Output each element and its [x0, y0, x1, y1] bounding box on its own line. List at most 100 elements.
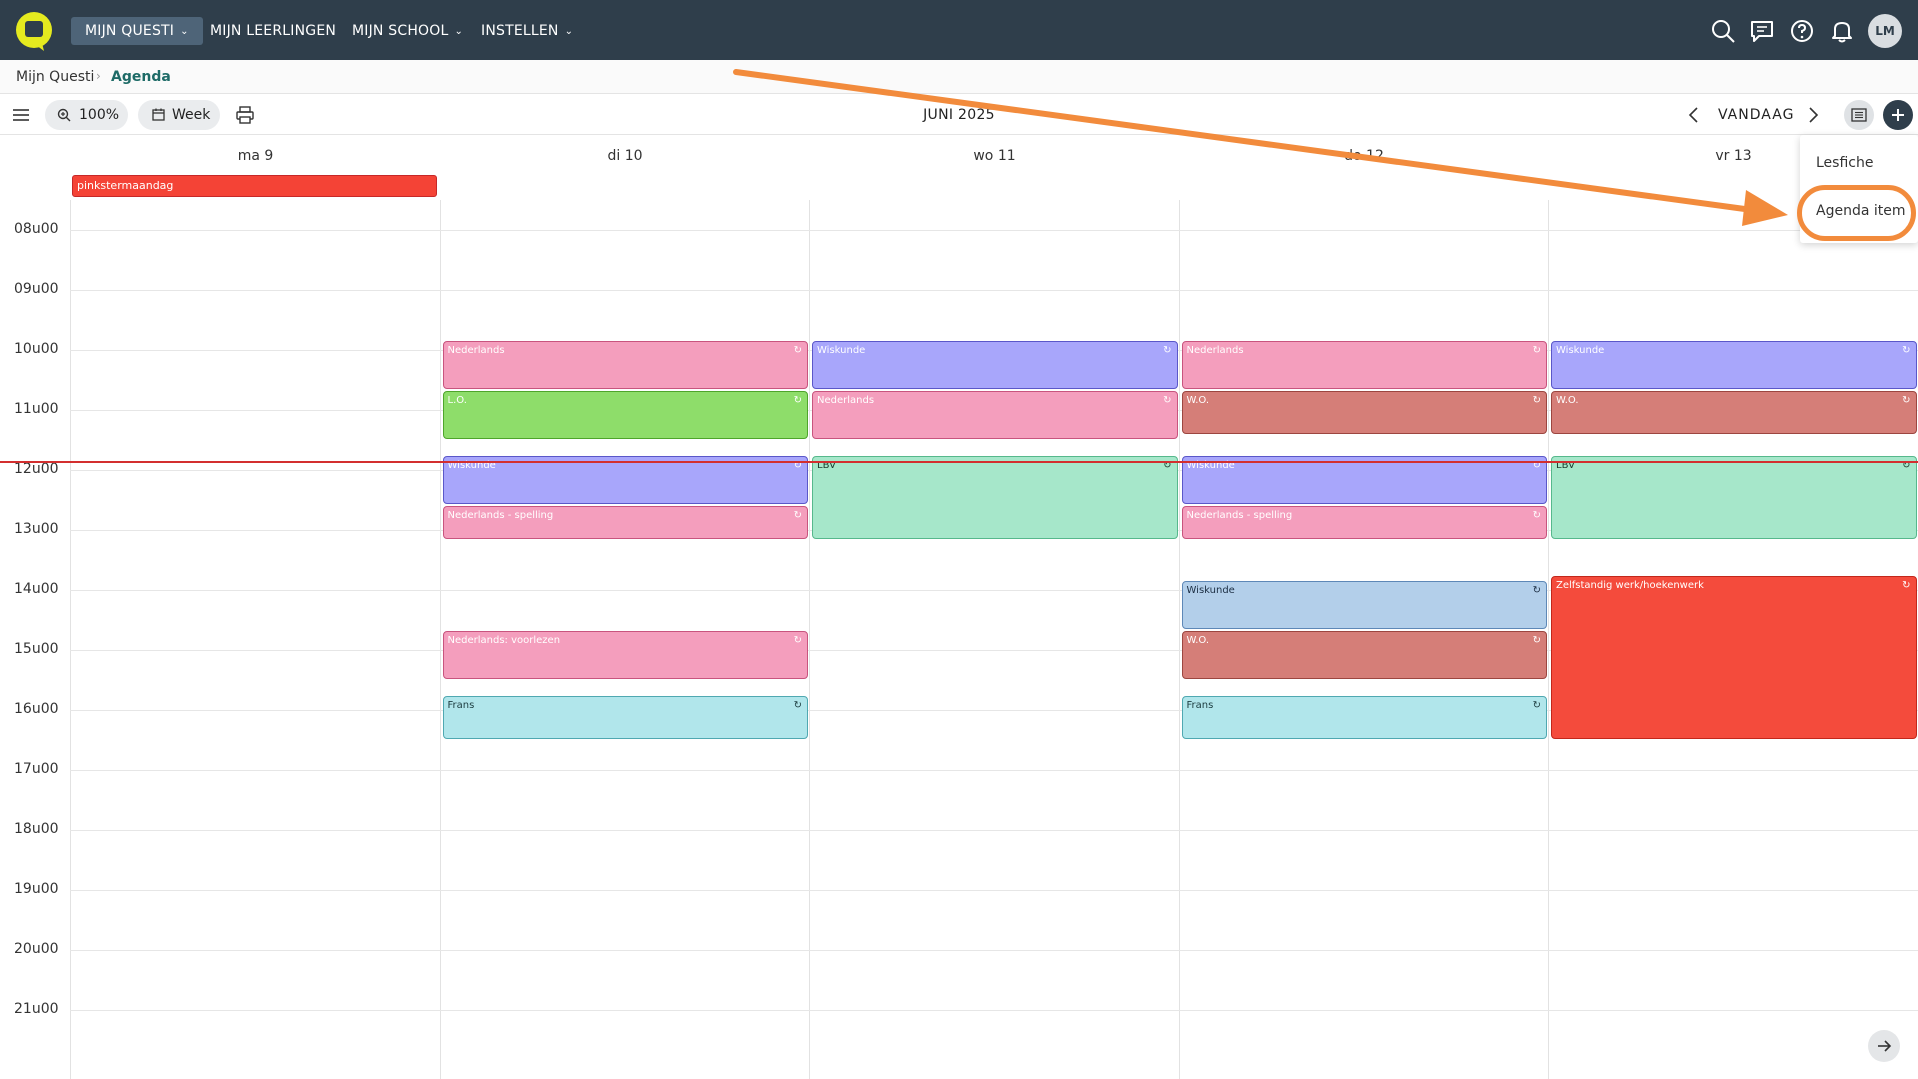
nav-instellen[interactable]: INSTELLEN ⌄	[467, 17, 587, 45]
avatar[interactable]: LM	[1868, 14, 1902, 48]
event-title: Nederlands: voorlezen	[447, 635, 561, 646]
repeat-icon: ↻	[1163, 395, 1172, 406]
event-title: Zelfstandig werk/hoekenwerk	[1556, 580, 1704, 591]
event-title: Frans	[447, 700, 475, 711]
event-title: W.O.	[1556, 395, 1579, 406]
calendar-event[interactable]: L.O. ↻	[442, 391, 808, 439]
day-header[interactable]: di 10	[441, 148, 810, 164]
repeat-icon: ↻	[1902, 345, 1911, 356]
day-header[interactable]: wo 11	[810, 148, 1179, 164]
hour-line	[70, 1010, 1918, 1011]
nav-mijn-questi[interactable]: MIJN QUESTI ⌄	[71, 17, 203, 45]
repeat-icon: ↻	[1532, 635, 1541, 646]
month-label: JUNI 2025	[923, 107, 995, 123]
chevron-left-icon[interactable]	[1683, 104, 1705, 126]
hour-label: 20u00	[14, 941, 59, 957]
calendar-event[interactable]: Nederlands ↻	[442, 341, 808, 389]
repeat-icon: ↻	[793, 700, 802, 711]
calendar-event[interactable]: Nederlands - spelling ↻	[1181, 506, 1547, 539]
day-column-divider	[1178, 200, 1180, 1079]
breadcrumb: Mijn Questi › Agenda	[0, 60, 1918, 94]
calendar-event[interactable]: Frans ↻	[1181, 696, 1547, 739]
repeat-icon: ↻	[1532, 345, 1541, 356]
day-header[interactable]: ma 9	[71, 148, 440, 164]
event-title: Nederlands	[817, 395, 875, 406]
breadcrumb-separator: ›	[96, 69, 101, 83]
help-icon[interactable]	[1789, 18, 1815, 44]
calendar-event[interactable]: W.O. ↻	[1181, 631, 1547, 679]
chevron-right-icon[interactable]	[1802, 104, 1824, 126]
nav-mijn-leerlingen-label: MIJN LEERLINGEN	[210, 23, 337, 39]
questi-logo-icon[interactable]	[14, 11, 54, 51]
day-column-divider	[439, 200, 441, 1079]
nav-mijn-leerlingen[interactable]: MIJN LEERLINGEN	[196, 17, 350, 45]
hour-line	[70, 890, 1918, 891]
hour-label: 14u00	[14, 581, 59, 597]
calendar-event[interactable]: Wiskunde ↻	[812, 341, 1178, 389]
hour-label: 15u00	[14, 641, 59, 657]
calendar-event[interactable]: Nederlands: voorlezen ↻	[442, 631, 808, 679]
calendar-event[interactable]: LBV ↻	[1551, 456, 1917, 539]
repeat-icon: ↻	[793, 345, 802, 356]
event-title: Nederlands	[1186, 345, 1244, 356]
hour-label: 16u00	[14, 701, 59, 717]
hour-line	[70, 230, 1918, 231]
repeat-icon: ↻	[1902, 395, 1911, 406]
repeat-icon: ↻	[1163, 345, 1172, 356]
event-title: Wiskunde	[817, 345, 866, 356]
repeat-icon: ↻	[1902, 580, 1911, 591]
nav-mijn-school[interactable]: MIJN SCHOOL ⌄	[338, 17, 477, 45]
hour-label: 12u00	[14, 461, 59, 477]
hour-label: 21u00	[14, 1001, 59, 1017]
hour-label: 18u00	[14, 821, 59, 837]
repeat-icon: ↻	[793, 510, 802, 521]
calendar-event[interactable]: W.O. ↻	[1551, 391, 1917, 434]
event-title: Frans	[1186, 700, 1214, 711]
hour-line	[70, 770, 1918, 771]
calendar-event[interactable]: Zelfstandig werk/hoekenwerk ↻	[1551, 576, 1917, 739]
calendar-event[interactable]: Wiskunde ↻	[1551, 341, 1917, 389]
repeat-icon: ↻	[793, 635, 802, 646]
hour-label: 11u00	[14, 401, 59, 417]
calendar-event[interactable]: Wiskunde ↻	[1181, 581, 1547, 629]
calendar-event[interactable]: Nederlands ↻	[812, 391, 1178, 439]
hour-label: 09u00	[14, 281, 59, 297]
hour-line	[70, 290, 1918, 291]
calendar-event[interactable]: W.O. ↻	[1181, 391, 1547, 434]
calendar-event[interactable]: LBV ↻	[812, 456, 1178, 539]
day-column-divider	[1548, 200, 1549, 1079]
hour-label: 19u00	[14, 881, 59, 897]
menu-item-lesfiche[interactable]: Lesfiche	[1816, 155, 1873, 171]
top-navigation-bar: MIJN QUESTI ⌄ MIJN LEERLINGEN MIJN SCHOOL…	[0, 0, 1918, 60]
list-view-icon	[1851, 108, 1867, 122]
calendar-event[interactable]: Wiskunde ↻	[442, 456, 808, 504]
event-title: W.O.	[1186, 395, 1210, 406]
calendar-event[interactable]: Frans ↻	[442, 696, 808, 739]
chat-icon[interactable]	[1749, 18, 1775, 44]
hour-label: 17u00	[14, 761, 59, 777]
calendar-event[interactable]: Nederlands ↻	[1181, 341, 1547, 389]
calendar-event[interactable]: Wiskunde ↻	[1181, 456, 1547, 504]
event-title: Wiskunde	[1186, 585, 1235, 596]
event-title: Nederlands - spelling	[1186, 510, 1293, 521]
current-time-indicator	[0, 461, 1918, 463]
list-view-button[interactable]	[1844, 100, 1874, 130]
today-button[interactable]: VANDAAG	[1718, 107, 1794, 123]
chevron-down-icon: ⌄	[180, 26, 189, 37]
calendar-event[interactable]: Nederlands - spelling ↻	[442, 506, 808, 539]
scroll-right-button[interactable]	[1868, 1030, 1900, 1062]
event-title: Wiskunde	[1556, 345, 1605, 356]
bell-icon[interactable]	[1829, 18, 1855, 44]
all-day-event-pinkstermaandag[interactable]: pinkstermaandag	[72, 175, 437, 197]
repeat-icon: ↻	[1532, 700, 1541, 711]
search-icon[interactable]	[1710, 18, 1736, 44]
add-button[interactable]	[1883, 100, 1913, 130]
annotation-highlight-ring	[1797, 185, 1916, 241]
day-header[interactable]: do 12	[1180, 148, 1549, 164]
chevron-down-icon: ⌄	[564, 26, 574, 37]
repeat-icon: ↻	[1532, 395, 1541, 406]
chevron-down-icon: ⌄	[454, 26, 464, 37]
week-time-grid: 08u00 09u00 10u00 11u00 12u00 13u00 14u00 15u00…	[0, 200, 1918, 1079]
breadcrumb-root-link[interactable]: Mijn Questi	[16, 69, 94, 85]
event-title: W.O.	[1186, 635, 1210, 646]
